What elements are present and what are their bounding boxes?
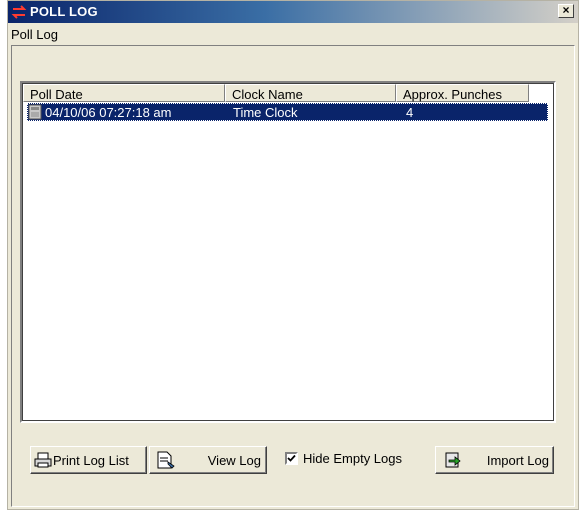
print-log-list-button[interactable]: Print Log List: [30, 446, 147, 474]
hide-empty-logs-label: Hide Empty Logs: [303, 451, 402, 466]
section-label: Poll Log: [11, 27, 58, 42]
clock-log-icon: [28, 104, 42, 120]
cell-clock-name: Time Clock: [233, 105, 298, 120]
import-log-label: Import Log: [486, 453, 549, 468]
cell-poll-date: 04/10/06 07:27:18 am: [45, 105, 172, 120]
transfer-arrows-icon: [11, 5, 27, 19]
view-log-label: View Log: [207, 453, 261, 468]
print-log-list-label: Print Log List: [53, 453, 129, 468]
hide-empty-logs-checkbox[interactable]: [285, 452, 298, 465]
title-bar[interactable]: POLL LOG ×: [8, 1, 578, 23]
column-header-poll-date[interactable]: Poll Date: [23, 84, 225, 102]
cell-approx-punches: 4: [406, 105, 414, 120]
window-title: POLL LOG: [30, 4, 98, 19]
list-header: Poll Date Clock Name Approx. Punches: [23, 84, 553, 102]
view-log-button[interactable]: View Log: [149, 446, 267, 474]
poll-log-list[interactable]: Poll Date Clock Name Approx. Punches 04/…: [20, 81, 556, 423]
import-arrow-icon: [445, 452, 461, 468]
document-view-icon: [157, 451, 175, 469]
column-header-clock-name[interactable]: Clock Name: [225, 84, 396, 102]
checkmark-icon: [287, 454, 296, 462]
printer-icon: [34, 452, 52, 468]
column-header-approx-punches[interactable]: Approx. Punches: [396, 84, 529, 102]
import-log-button[interactable]: Import Log: [435, 446, 554, 474]
table-row[interactable]: 04/10/06 07:27:18 am Time Clock 4: [27, 103, 548, 121]
close-button[interactable]: ×: [558, 4, 574, 18]
